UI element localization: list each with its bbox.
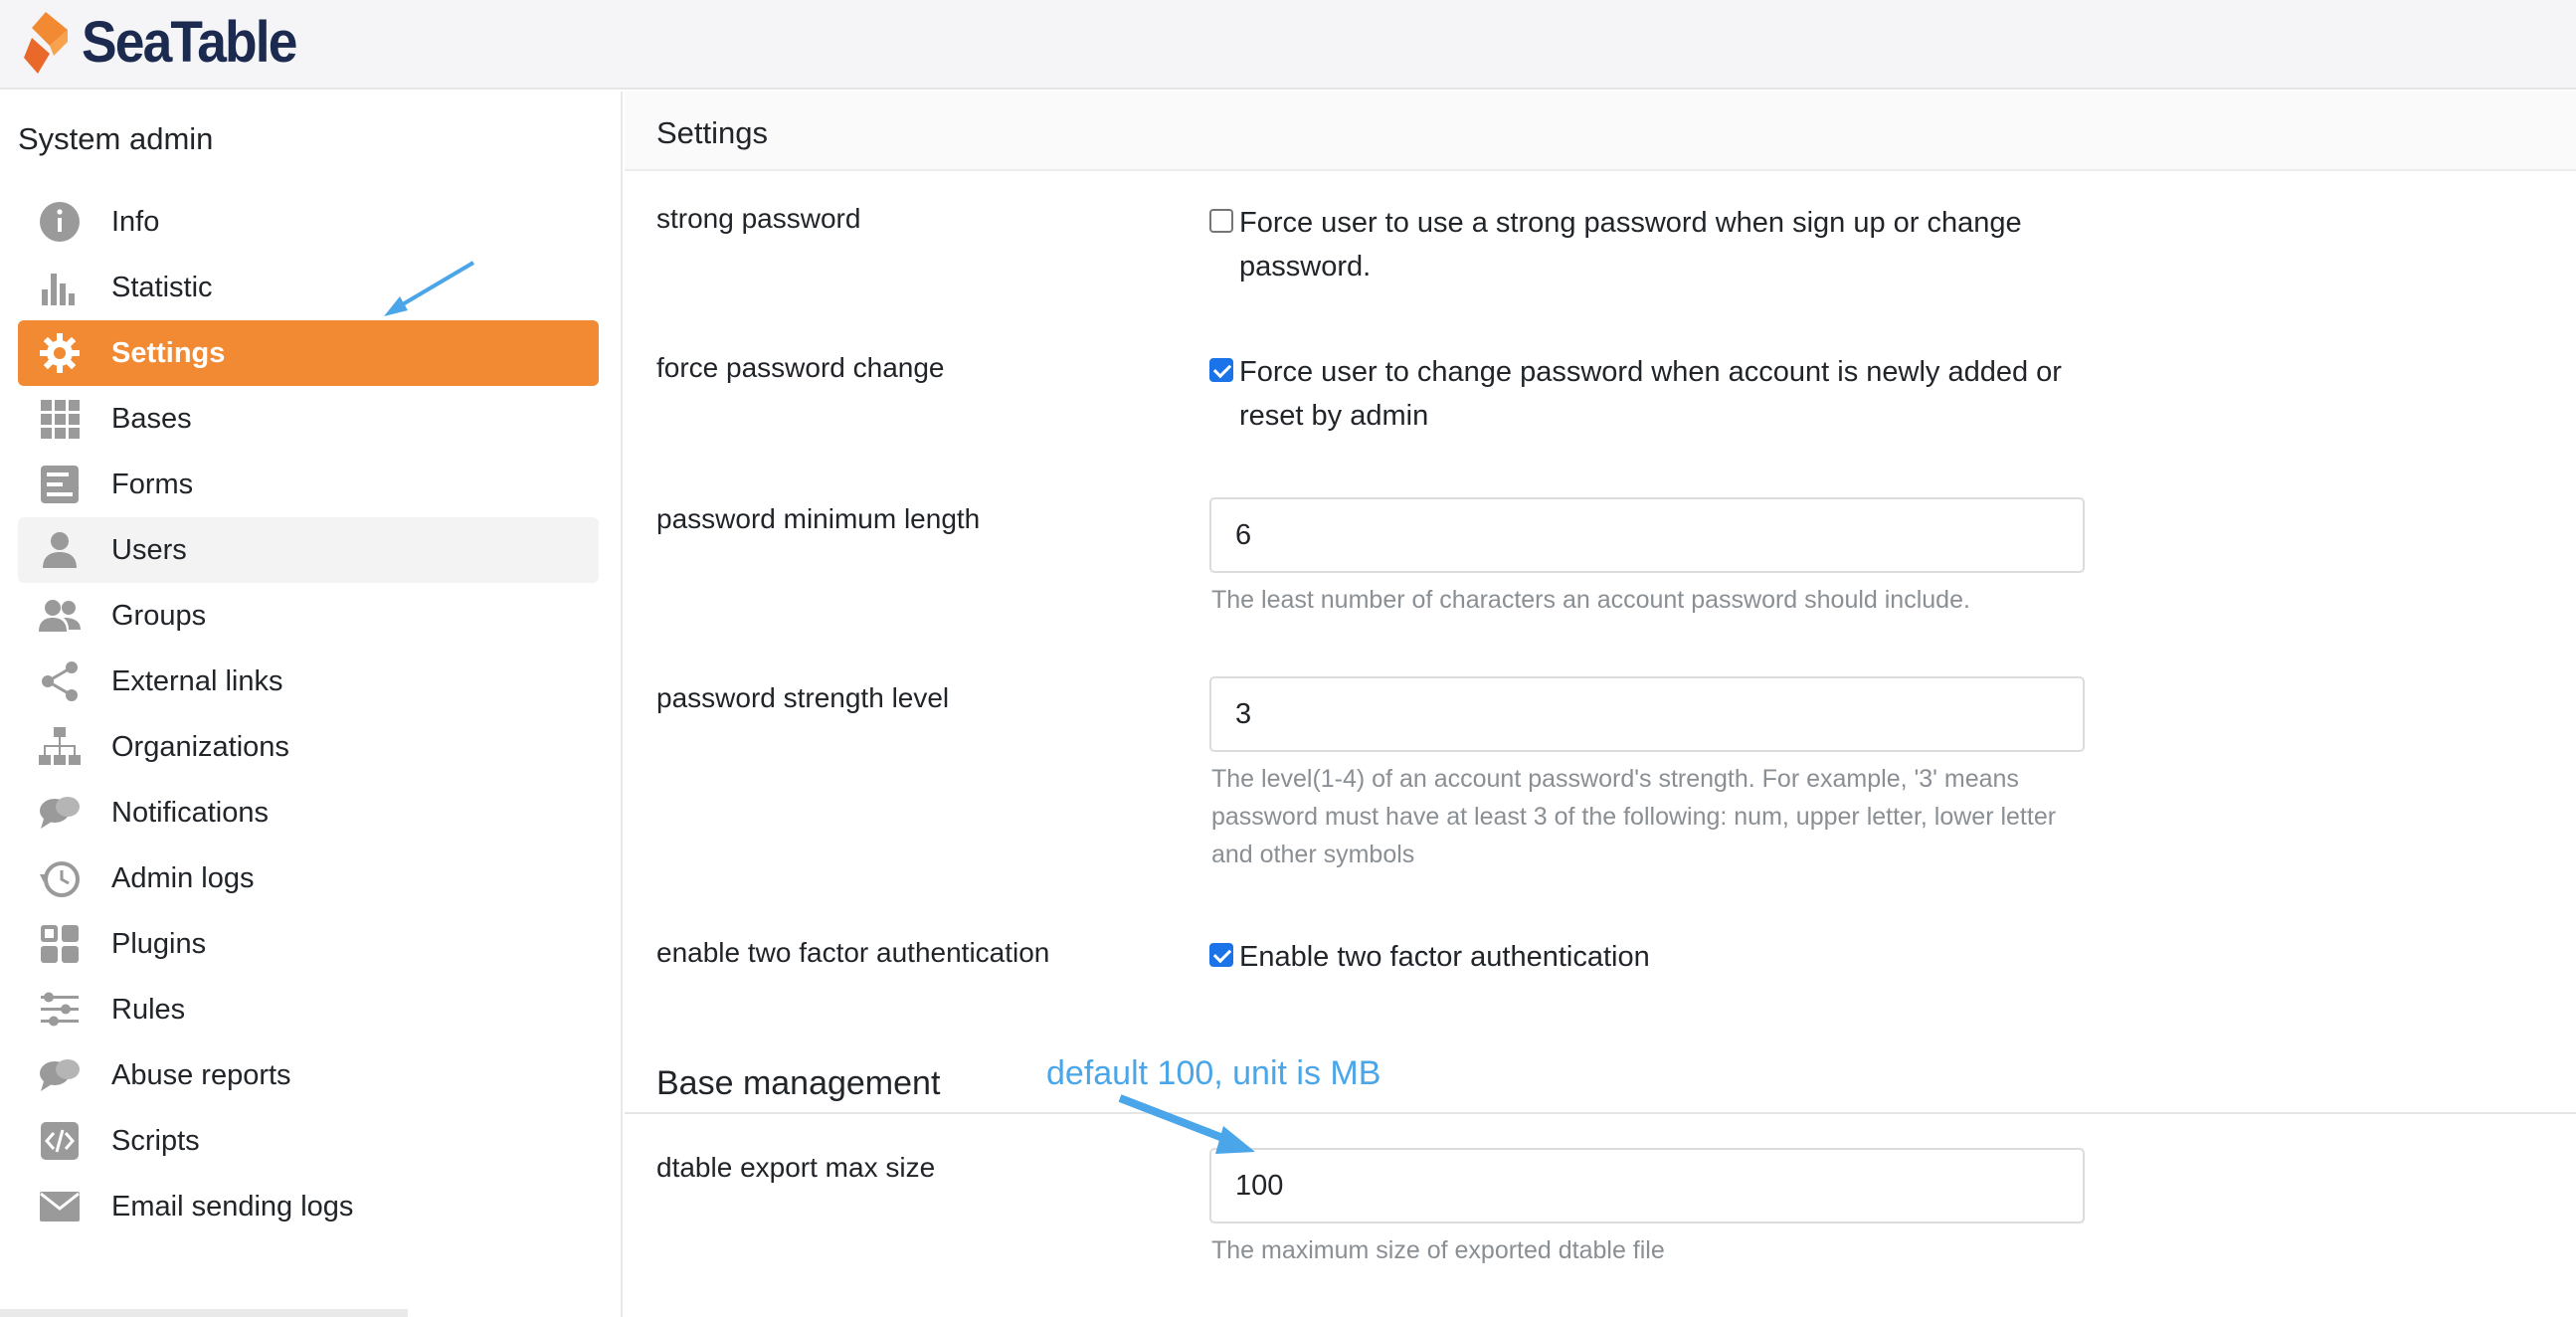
strong-password-label: strong password <box>656 203 860 235</box>
strong-password-checkbox[interactable] <box>1209 209 1233 233</box>
password-min-length-input[interactable]: 6 <box>1209 497 2085 573</box>
history-icon <box>36 854 84 902</box>
sidebar-item-rules[interactable]: Rules <box>18 977 599 1042</box>
sidebar-item-label: Admin logs <box>111 862 254 895</box>
password-strength-level-help: The level(1-4) of an account password's … <box>1211 760 2067 873</box>
sidebar: System admin Info Statistic Settings Bas… <box>0 92 623 1317</box>
grid-icon <box>36 395 84 443</box>
sidebar-item-bases[interactable]: Bases <box>18 386 599 452</box>
sidebar-item-admin-logs[interactable]: Admin logs <box>18 846 599 911</box>
sidebar-item-scripts[interactable]: Scripts <box>18 1108 599 1174</box>
sidebar-item-notifications[interactable]: Notifications <box>18 780 599 846</box>
sidebar-item-forms[interactable]: Forms <box>18 452 599 517</box>
bar-chart-icon <box>36 264 84 311</box>
group-icon <box>36 592 84 640</box>
envelope-icon <box>36 1183 84 1230</box>
sidebar-item-label: Plugins <box>111 928 206 961</box>
sidebar-item-label: Info <box>111 206 159 239</box>
sidebar-title: System admin <box>18 121 213 157</box>
password-strength-level-input[interactable]: 3 <box>1209 676 2085 752</box>
gear-icon <box>36 329 84 377</box>
two-factor-text: Enable two factor authentication <box>1239 935 1650 979</box>
sidebar-item-label: Forms <box>111 469 193 501</box>
sidebar-item-label: Email sending logs <box>111 1191 353 1223</box>
sidebar-item-label: Statistic <box>111 272 213 304</box>
sidebar-item-label: Organizations <box>111 731 289 764</box>
sidebar-item-email-sending-logs[interactable]: Email sending logs <box>18 1174 599 1239</box>
sidebar-item-abuse-reports[interactable]: Abuse reports <box>18 1042 599 1108</box>
page-title: Settings <box>656 115 768 151</box>
force-password-change-text: Force user to change password when accou… <box>1239 350 2105 438</box>
password-min-length-label: password minimum length <box>656 503 980 535</box>
annotation-note: default 100, unit is MB <box>1046 1054 1380 1093</box>
two-factor-option[interactable]: Enable two factor authentication <box>1209 935 2105 979</box>
strong-password-option[interactable]: Force user to use a strong password when… <box>1209 201 2105 288</box>
sidebar-item-settings[interactable]: Settings <box>18 320 599 386</box>
top-header: SeaTable <box>0 0 2576 90</box>
seatable-logo[interactable]: SeaTable <box>24 10 314 76</box>
dtable-export-max-size-label: dtable export max size <box>656 1152 935 1184</box>
share-icon <box>36 658 84 705</box>
base-management-title: Base management <box>656 1064 940 1103</box>
two-factor-label: enable two factor authentication <box>656 937 1049 969</box>
org-chart-icon <box>36 723 84 771</box>
sidebar-item-label: Rules <box>111 994 185 1027</box>
section-divider <box>625 1112 2576 1114</box>
brand-name: SeaTable <box>82 14 296 72</box>
force-password-change-checkbox[interactable] <box>1209 358 1233 382</box>
sidebar-item-label: Scripts <box>111 1125 200 1158</box>
sidebar-item-label: Groups <box>111 600 206 633</box>
main-content: Settings strong password Force user to u… <box>625 92 2576 1317</box>
two-factor-checkbox[interactable] <box>1209 943 1233 967</box>
dtable-export-max-size-input[interactable]: 100 <box>1209 1148 2085 1223</box>
sidebar-item-label: Settings <box>111 337 225 370</box>
sidebar-item-organizations[interactable]: Organizations <box>18 714 599 780</box>
sidebar-item-label: External links <box>111 665 282 698</box>
strong-password-text: Force user to use a strong password when… <box>1239 201 2105 288</box>
force-password-change-label: force password change <box>656 352 945 384</box>
sidebar-item-label: Bases <box>111 403 192 436</box>
sidebar-item-statistic[interactable]: Statistic <box>18 255 599 320</box>
sidebar-item-label: Users <box>111 534 187 567</box>
plugins-icon <box>36 920 84 968</box>
user-icon <box>36 526 84 574</box>
password-min-length-help: The least number of characters an accoun… <box>1211 581 2067 619</box>
main-header: Settings <box>625 92 2576 171</box>
info-icon <box>36 198 84 246</box>
password-strength-level-label: password strength level <box>656 682 949 714</box>
sidebar-item-groups[interactable]: Groups <box>18 583 599 649</box>
sidebar-item-plugins[interactable]: Plugins <box>18 911 599 977</box>
horizontal-scrollbar[interactable] <box>0 1309 408 1317</box>
sidebar-item-label: Abuse reports <box>111 1059 291 1092</box>
sidebar-item-external-links[interactable]: External links <box>18 649 599 714</box>
force-password-change-option[interactable]: Force user to change password when accou… <box>1209 350 2105 438</box>
sidebar-item-users[interactable]: Users <box>18 517 599 583</box>
form-icon <box>36 461 84 508</box>
sidebar-item-info[interactable]: Info <box>18 189 599 255</box>
code-icon <box>36 1117 84 1165</box>
sidebar-item-label: Notifications <box>111 797 269 830</box>
chat-bubbles-icon <box>36 789 84 837</box>
chat-bubbles-icon <box>36 1051 84 1099</box>
seatable-logo-icon <box>24 12 72 74</box>
sidebar-nav: Info Statistic Settings Bases Forms <box>18 189 599 1239</box>
sliders-icon <box>36 986 84 1034</box>
dtable-export-max-size-help: The maximum size of exported dtable file <box>1211 1231 2067 1269</box>
